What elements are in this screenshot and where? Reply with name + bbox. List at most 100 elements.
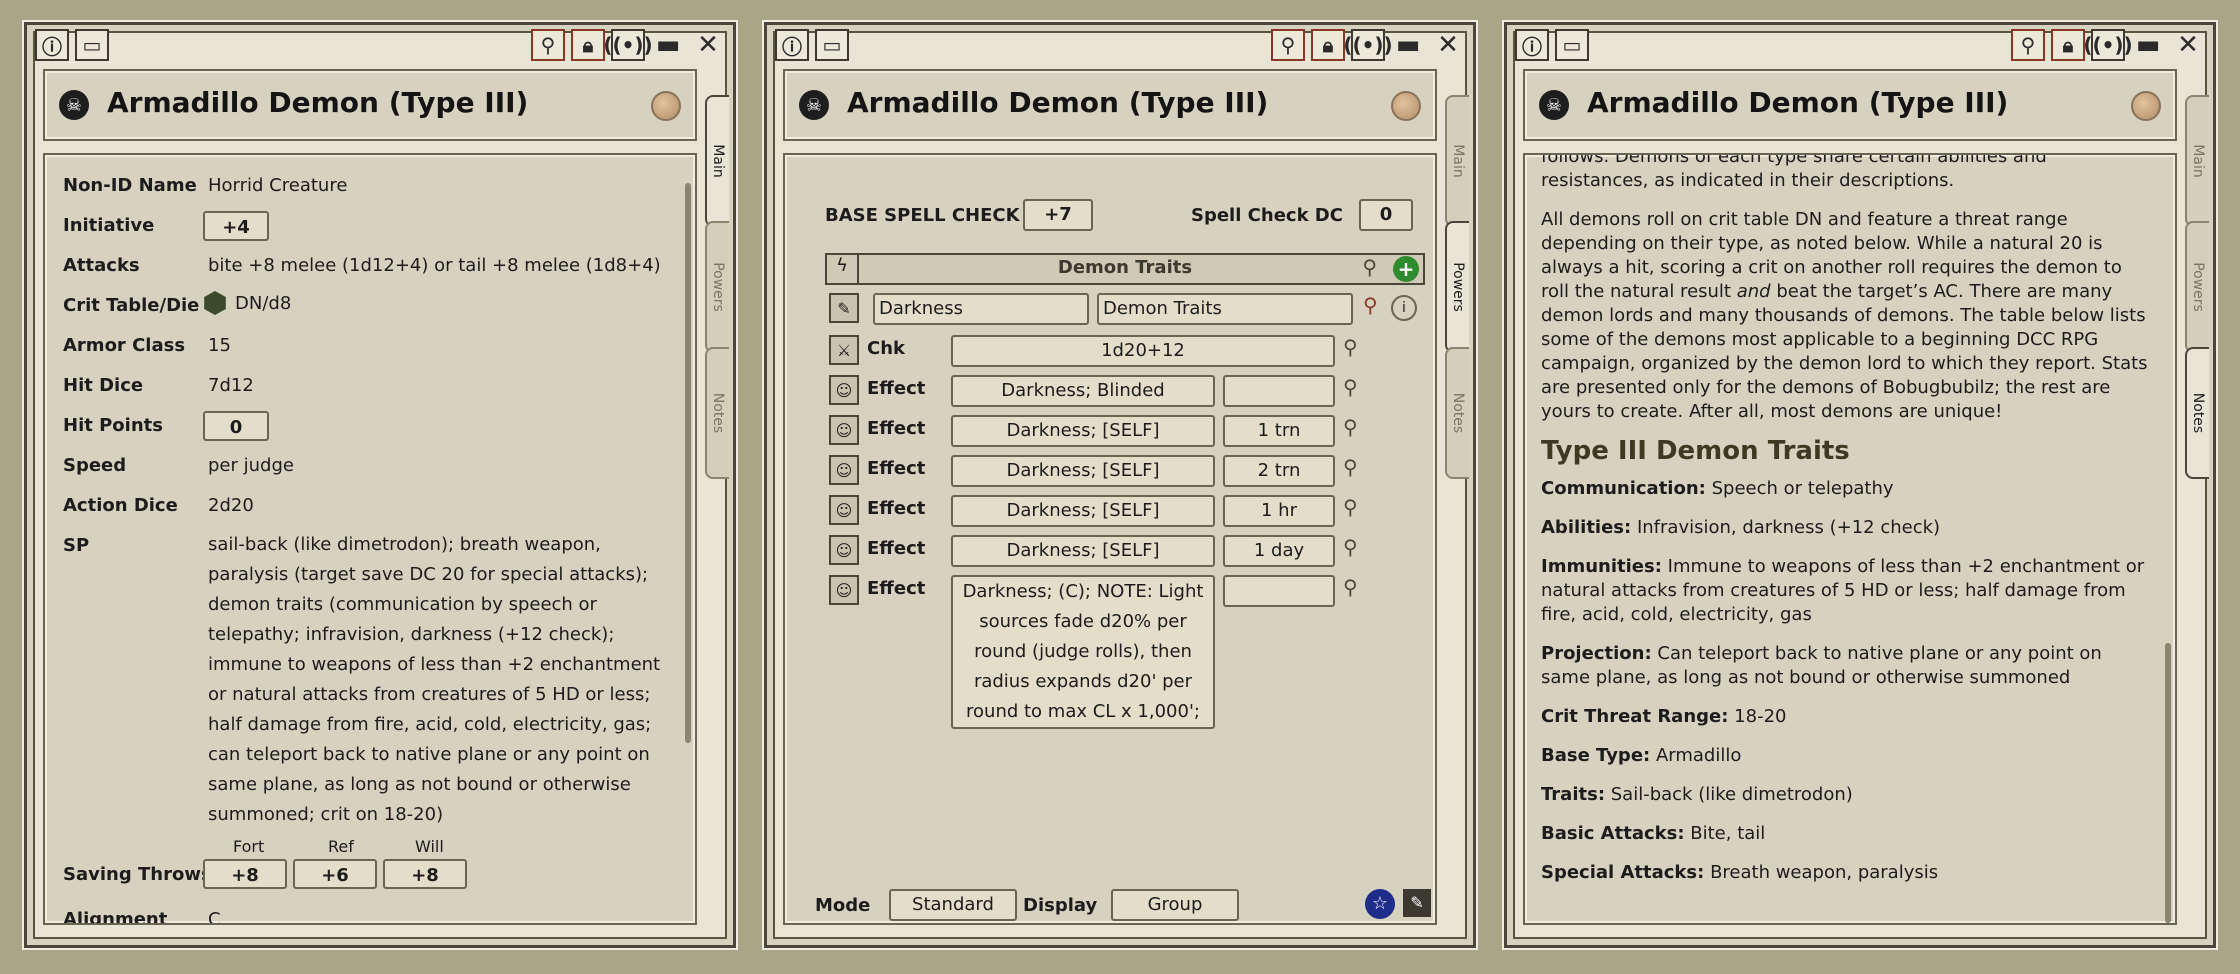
lock-icon[interactable]: 🔒︎: [1311, 29, 1345, 61]
tab-notes[interactable]: Notes: [1445, 347, 1469, 479]
share-icon[interactable]: ((•)): [2083, 29, 2133, 61]
lock-icon[interactable]: 🔒︎: [571, 29, 605, 61]
id-check-icon[interactable]: ⚲: [2011, 29, 2045, 61]
trait-line: Special Attacks: Breath weapon, paralysi…: [1541, 862, 1939, 883]
token-icon[interactable]: [1391, 91, 1421, 121]
minimize-icon[interactable]: ▬: [2131, 29, 2165, 61]
lock-icon[interactable]: 🔒︎: [2051, 29, 2085, 61]
effect-text-field[interactable]: Darkness; [SELF]: [951, 535, 1215, 567]
effect-icon[interactable]: ☺: [829, 455, 859, 485]
tab-notes[interactable]: Notes: [2185, 347, 2209, 479]
will-save-field[interactable]: +8: [383, 859, 467, 889]
close-icon[interactable]: ✕: [1431, 29, 1465, 61]
effect-icon[interactable]: ☺: [829, 535, 859, 565]
action-search-icon[interactable]: ⚲: [1343, 495, 1358, 519]
close-icon[interactable]: ✕: [2171, 29, 2205, 61]
action-dice-field[interactable]: 2d20: [208, 495, 254, 516]
scrollbar[interactable]: [2165, 643, 2171, 923]
chat-icon[interactable]: ▭: [1555, 29, 1589, 61]
action-search-icon[interactable]: ⚲: [1343, 375, 1358, 399]
record-title: Armadillo Demon (Type III): [847, 86, 1269, 119]
add-power-button[interactable]: +: [1393, 256, 1419, 282]
power-group-field[interactable]: Demon Traits: [1097, 293, 1353, 325]
hit-dice-field[interactable]: 7d12: [208, 375, 254, 396]
fort-save-field[interactable]: +8: [203, 859, 287, 889]
info-icon[interactable]: ⓘ: [1515, 29, 1549, 61]
record-window-powers: ⓘ ▭ ⚲ 🔒︎ ((•)) ▬ ✕ ☠ Armadillo Demon (Ty…: [762, 20, 1478, 950]
edit-icon[interactable]: ✎: [1403, 889, 1431, 917]
crit-die-field[interactable]: DN/d8: [235, 293, 291, 314]
nonid-name-field[interactable]: Horrid Creature: [208, 175, 347, 196]
alignment-field[interactable]: C: [208, 909, 221, 923]
chat-icon[interactable]: ▭: [815, 29, 849, 61]
power-name-field[interactable]: Darkness: [873, 293, 1089, 325]
tab-main[interactable]: Main: [2185, 95, 2209, 227]
action-search-icon[interactable]: ⚲: [1343, 535, 1358, 559]
effect-duration-field[interactable]: 1 day: [1223, 535, 1335, 567]
base-spell-check-field[interactable]: +7: [1023, 199, 1093, 231]
id-check-icon[interactable]: ⚲: [1271, 29, 1305, 61]
mode-select[interactable]: Standard: [889, 889, 1017, 921]
ref-save-field[interactable]: +6: [293, 859, 377, 889]
id-check-icon[interactable]: ⚲: [531, 29, 565, 61]
hit-points-field[interactable]: 0: [203, 411, 269, 441]
action-search-icon[interactable]: ⚲: [1343, 335, 1358, 359]
effect-duration-field[interactable]: 1 hr: [1223, 495, 1335, 527]
action-search-icon[interactable]: ⚲: [1343, 455, 1358, 479]
tab-main[interactable]: Main: [705, 95, 729, 227]
save-header-ref: Ref: [328, 837, 354, 856]
effect-icon[interactable]: ☺: [829, 375, 859, 405]
effect-text-field[interactable]: Darkness; [SELF]: [951, 495, 1215, 527]
share-icon[interactable]: ((•)): [1343, 29, 1393, 61]
scrollbar[interactable]: [685, 183, 691, 743]
save-header-will: Will: [415, 837, 444, 856]
wand-icon[interactable]: ✎: [829, 293, 859, 323]
action-type-label: Effect: [867, 418, 926, 439]
display-select[interactable]: Group: [1111, 889, 1239, 921]
effect-text-field[interactable]: Darkness; Blinded: [951, 375, 1215, 407]
attacks-field[interactable]: bite +8 melee (1d12+4) or tail +8 melee …: [208, 255, 661, 276]
stat-label: Armor Class: [63, 335, 186, 356]
minimize-icon[interactable]: ▬: [1391, 29, 1425, 61]
effect-duration-field[interactable]: 2 trn: [1223, 455, 1335, 487]
minimize-icon[interactable]: ▬: [651, 29, 685, 61]
share-icon[interactable]: ((•)): [603, 29, 653, 61]
effect-icon[interactable]: ☺: [829, 495, 859, 525]
action-search-icon[interactable]: ⚲: [1343, 415, 1358, 439]
tab-powers[interactable]: Powers: [2185, 221, 2209, 353]
dice-icon[interactable]: [204, 291, 226, 315]
search-icon[interactable]: ⚲: [1362, 255, 1377, 279]
tab-notes[interactable]: Notes: [705, 347, 729, 479]
special-properties-field[interactable]: sail-back (like dimetrodon); breath weap…: [208, 530, 678, 830]
tab-powers[interactable]: Powers: [705, 221, 729, 353]
spell-check-dc-field[interactable]: 0: [1359, 199, 1413, 231]
tab-powers[interactable]: Powers: [1445, 221, 1469, 353]
power-search-icon[interactable]: ⚲: [1363, 293, 1378, 317]
effect-icon[interactable]: ☺: [829, 415, 859, 445]
effect-duration-field[interactable]: [1223, 575, 1335, 607]
initiative-field[interactable]: +4: [203, 211, 269, 241]
tab-main[interactable]: Main: [1445, 95, 1469, 227]
close-icon[interactable]: ✕: [691, 29, 725, 61]
effect-text-field[interactable]: Darkness; (C); NOTE: Light sources fade …: [951, 575, 1215, 729]
info-icon[interactable]: ⓘ: [775, 29, 809, 61]
effect-duration-field[interactable]: [1223, 375, 1335, 407]
effect-duration-field[interactable]: 1 trn: [1223, 415, 1335, 447]
info-icon[interactable]: ⓘ: [35, 29, 69, 61]
power-info-icon[interactable]: i: [1391, 295, 1417, 321]
notes-text[interactable]: follows. Demons of each type share certa…: [1541, 155, 2151, 900]
token-icon[interactable]: [651, 91, 681, 121]
group-title[interactable]: Demon Traits: [857, 257, 1393, 278]
check-roll-field[interactable]: 1d20+12: [951, 335, 1335, 367]
armor-class-field[interactable]: 15: [208, 335, 231, 356]
star-icon[interactable]: ☆: [1365, 889, 1395, 919]
token-icon[interactable]: [2131, 91, 2161, 121]
effect-text-field[interactable]: Darkness; [SELF]: [951, 415, 1215, 447]
speed-field[interactable]: per judge: [208, 455, 294, 476]
sword-icon[interactable]: ⚔: [829, 335, 859, 365]
effect-icon[interactable]: ☺: [829, 575, 859, 605]
effect-text-field[interactable]: Darkness; [SELF]: [951, 455, 1215, 487]
action-search-icon[interactable]: ⚲: [1343, 575, 1358, 599]
titlebar-right: ⚲ 🔒︎ ((•)) ▬ ✕: [2011, 29, 2205, 61]
chat-icon[interactable]: ▭: [75, 29, 109, 61]
